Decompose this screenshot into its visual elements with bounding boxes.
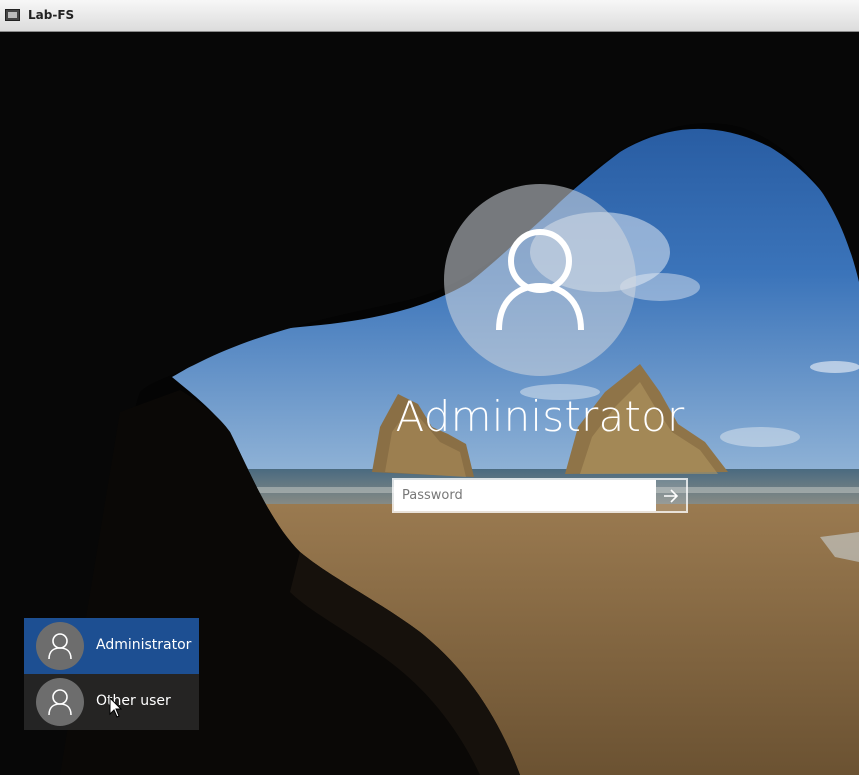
user-tile-label: Other user	[96, 693, 171, 709]
user-avatar	[444, 184, 636, 376]
window-titlebar: Lab-FS	[0, 0, 859, 32]
console-window-icon	[5, 9, 20, 21]
user-silhouette-icon	[48, 689, 72, 716]
tile-avatar	[36, 622, 84, 670]
arrow-right-icon	[664, 488, 679, 503]
tile-avatar	[36, 678, 84, 726]
user-tile-label: Administrator	[96, 637, 192, 653]
submit-button[interactable]	[656, 480, 686, 511]
window-title: Lab-FS	[28, 8, 75, 22]
username-heading: Administrator	[395, 392, 685, 441]
password-box	[392, 478, 688, 513]
user-tile-administrator[interactable]: Administrator	[24, 618, 199, 674]
mouse-pointer-icon	[109, 697, 123, 718]
user-silhouette-icon	[496, 229, 584, 331]
password-input[interactable]	[394, 480, 656, 511]
user-silhouette-icon	[48, 633, 72, 660]
